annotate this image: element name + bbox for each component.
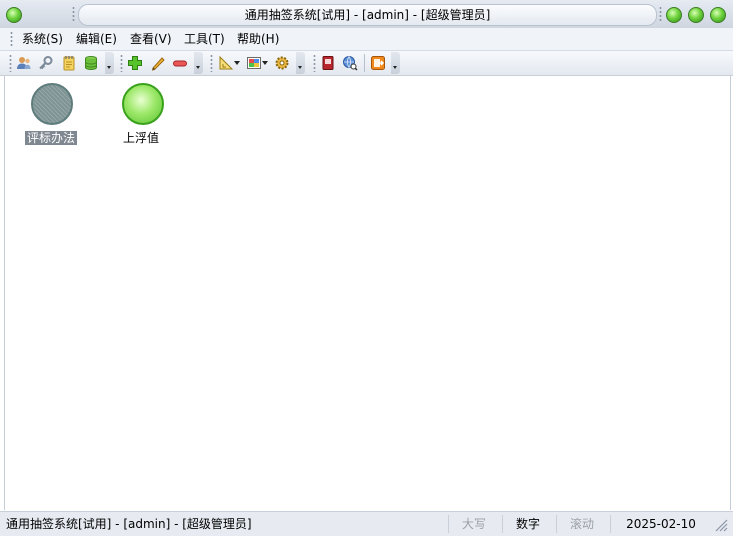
palette-icon[interactable]: [246, 55, 262, 71]
book-icon[interactable]: [320, 55, 336, 71]
green-circle-icon[interactable]: [122, 83, 164, 125]
toolbar-separator: [364, 54, 365, 72]
menu-edit[interactable]: 编辑(E): [76, 31, 117, 47]
remove-icon[interactable]: [172, 55, 188, 71]
title-grip-right: [659, 6, 662, 22]
exit-icon[interactable]: [370, 55, 386, 71]
gray-circle-icon[interactable]: [31, 83, 73, 125]
ruler-icon[interactable]: [218, 55, 234, 71]
toolbar-grip[interactable]: [9, 54, 12, 72]
toolbar-grip-3[interactable]: [210, 54, 213, 72]
globe-search-icon[interactable]: [342, 55, 358, 71]
pencil-icon[interactable]: [150, 55, 166, 71]
num-lock-indicator: 数字: [502, 515, 553, 533]
title-grip: [72, 6, 75, 22]
desktop-item-label-method[interactable]: 评标办法: [25, 131, 77, 145]
users-icon[interactable]: [16, 55, 32, 71]
toolbar-grip-2[interactable]: [120, 54, 123, 72]
toolbar-overflow-1[interactable]: [105, 52, 114, 74]
add-icon[interactable]: [127, 55, 143, 71]
menu-system[interactable]: 系统(S): [22, 31, 63, 47]
minimize-button[interactable]: [666, 7, 682, 23]
menu-view[interactable]: 查看(V): [130, 31, 172, 47]
resize-grip-icon[interactable]: [714, 518, 728, 532]
toolbar-overflow-2[interactable]: [194, 52, 203, 74]
notepad-icon[interactable]: [61, 55, 77, 71]
toolbar-grip-4[interactable]: [313, 54, 316, 72]
toolbar: [0, 51, 733, 76]
status-message: 通用抽签系统[试用] - [admin] - [超级管理员]: [6, 517, 252, 531]
palette-dropdown-icon[interactable]: [262, 61, 268, 65]
menu-tools[interactable]: 工具(T): [184, 31, 225, 47]
menu-grip[interactable]: [10, 31, 13, 47]
toolbar-overflow-3[interactable]: [296, 52, 305, 74]
database-icon[interactable]: [83, 55, 99, 71]
app-icon[interactable]: [6, 7, 22, 23]
menu-bar: 系统(S) 编辑(E) 查看(V) 工具(T) 帮助(H): [0, 28, 733, 51]
title-bar[interactable]: 通用抽签系统[试用] - [admin] - [超级管理员]: [0, 0, 733, 28]
status-date: 2025-02-10: [610, 515, 711, 533]
menu-help[interactable]: 帮助(H): [237, 31, 279, 47]
status-bar: 通用抽签系统[试用] - [admin] - [超级管理员] 大写 数字 滚动 …: [0, 511, 733, 536]
ruler-dropdown-icon[interactable]: [234, 61, 240, 65]
desktop-item-label-float[interactable]: 上浮值: [117, 131, 165, 145]
scroll-lock-indicator: 滚动: [556, 515, 607, 533]
maximize-button[interactable]: [688, 7, 704, 23]
close-button[interactable]: [710, 7, 726, 23]
window-title: 通用抽签系统[试用] - [admin] - [超级管理员]: [78, 4, 657, 26]
caps-lock-indicator: 大写: [448, 515, 499, 533]
key-icon[interactable]: [38, 55, 54, 71]
settings-icon[interactable]: [274, 55, 290, 71]
desktop-area[interactable]: [4, 76, 731, 510]
toolbar-overflow-4[interactable]: [391, 52, 400, 74]
